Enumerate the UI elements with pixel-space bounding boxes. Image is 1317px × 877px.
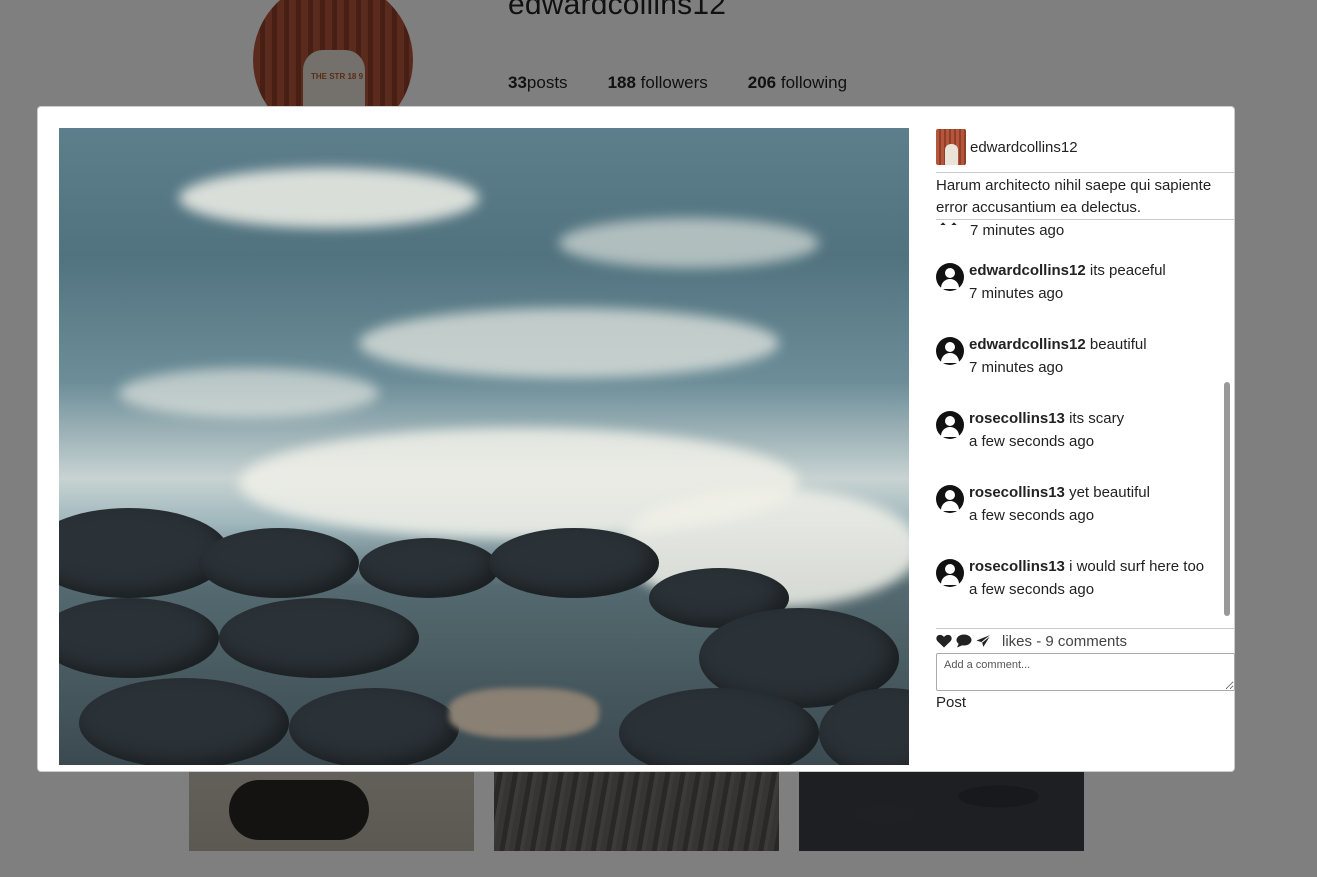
comment-item: rosecollins13 i would surf here too a fe… — [936, 555, 1204, 601]
comment-text: its peaceful — [1089, 262, 1166, 279]
comment-username[interactable]: rosecollins13 — [969, 484, 1065, 501]
share-icon[interactable] — [976, 634, 992, 648]
user-avatar-icon[interactable] — [936, 263, 964, 291]
comments-list[interactable]: 7 minutes ago edwardcollins12 its peacef… — [936, 219, 1235, 619]
post-sidebar: edwardcollins12 Harum architecto nihil s… — [936, 107, 1235, 771]
comment-text: yet beautiful — [1069, 484, 1150, 501]
comment-text: beautiful — [1089, 336, 1147, 353]
comment-text: its scary — [1069, 410, 1125, 427]
comment-item: edwardcollins12 beautiful 7 minutes ago — [936, 333, 1147, 379]
comment-text: i would surf here too — [1069, 558, 1205, 575]
scrollbar-thumb[interactable] — [1224, 382, 1230, 616]
user-avatar-icon[interactable] — [936, 337, 964, 365]
user-avatar-icon[interactable] — [936, 485, 964, 513]
user-avatar-icon[interactable] — [936, 559, 964, 587]
comment-item: edwardcollins12 its peaceful 7 minutes a… — [936, 259, 1166, 305]
author-username[interactable]: edwardcollins12 — [970, 139, 1078, 156]
post-modal: edwardcollins12 Harum architecto nihil s… — [37, 106, 1235, 772]
comment-username[interactable]: edwardcollins12 — [969, 262, 1086, 279]
comment-item: rosecollins13 its scary a few seconds ag… — [936, 407, 1124, 453]
comment-time: 7 minutes ago — [969, 359, 1064, 376]
post-photo — [59, 128, 909, 765]
comment-time: 7 minutes ago — [969, 285, 1064, 302]
post-author[interactable]: edwardcollins12 — [936, 129, 1078, 165]
post-comment-button[interactable]: Post — [936, 694, 966, 711]
comment-time: a few seconds ago — [969, 433, 1095, 450]
engagement-counts: likes - 9 comments — [1002, 632, 1128, 650]
add-comment-input[interactable] — [936, 653, 1235, 691]
partial-comment-time: 7 minutes ago — [970, 222, 1065, 239]
comment-item: rosecollins13 yet beautiful a few second… — [936, 481, 1150, 527]
comments-scrollbar[interactable] — [1221, 219, 1233, 619]
heart-icon[interactable] — [936, 634, 952, 648]
comment-username[interactable]: edwardcollins12 — [969, 336, 1086, 353]
user-avatar-icon[interactable] — [936, 411, 964, 439]
comment-username[interactable]: rosecollins13 — [969, 558, 1065, 575]
author-avatar[interactable] — [936, 129, 966, 165]
comment-username[interactable]: rosecollins13 — [969, 410, 1065, 427]
comment-time: a few seconds ago — [969, 581, 1095, 598]
post-caption: Harum architecto nihil saepe qui sapient… — [936, 172, 1235, 220]
comment-icon[interactable] — [956, 634, 972, 648]
comment-time: a few seconds ago — [969, 507, 1095, 524]
post-actions: likes - 9 comments — [936, 628, 1235, 653]
